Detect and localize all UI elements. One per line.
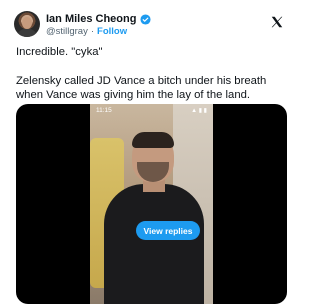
x-logo-icon[interactable] [270,15,284,29]
author-handle[interactable]: @stillgray [46,26,88,38]
tweet-text-line-1: Incredible. "cyka" [16,46,103,58]
tweet-text-body: Zelensky called JD Vance a bitch under h… [16,75,267,101]
video-person-hair [132,132,174,148]
view-replies-button[interactable]: View replies [136,221,200,240]
tweet-media[interactable]: 11:15 ▲ ▮ ▮ View replies [16,104,287,304]
video-status-time: 11:15 [96,107,112,114]
tweet-header: Ian Miles Cheong @stillgray · Follow [14,11,290,41]
author-name-row: Ian Miles Cheong [46,12,152,26]
avatar-face [22,17,32,29]
author-meta-row: @stillgray · Follow [46,26,127,38]
avatar[interactable] [14,11,40,37]
video-person-torso [104,184,204,304]
avatar-body [17,29,37,37]
verified-badge-icon [140,13,152,25]
video-status-icons: ▲ ▮ ▮ [191,108,207,114]
follow-button[interactable]: Follow [97,26,127,38]
video-frame[interactable]: 11:15 ▲ ▮ ▮ [90,104,213,304]
meta-separator: · [90,26,95,37]
author-name[interactable]: Ian Miles Cheong [46,13,136,25]
